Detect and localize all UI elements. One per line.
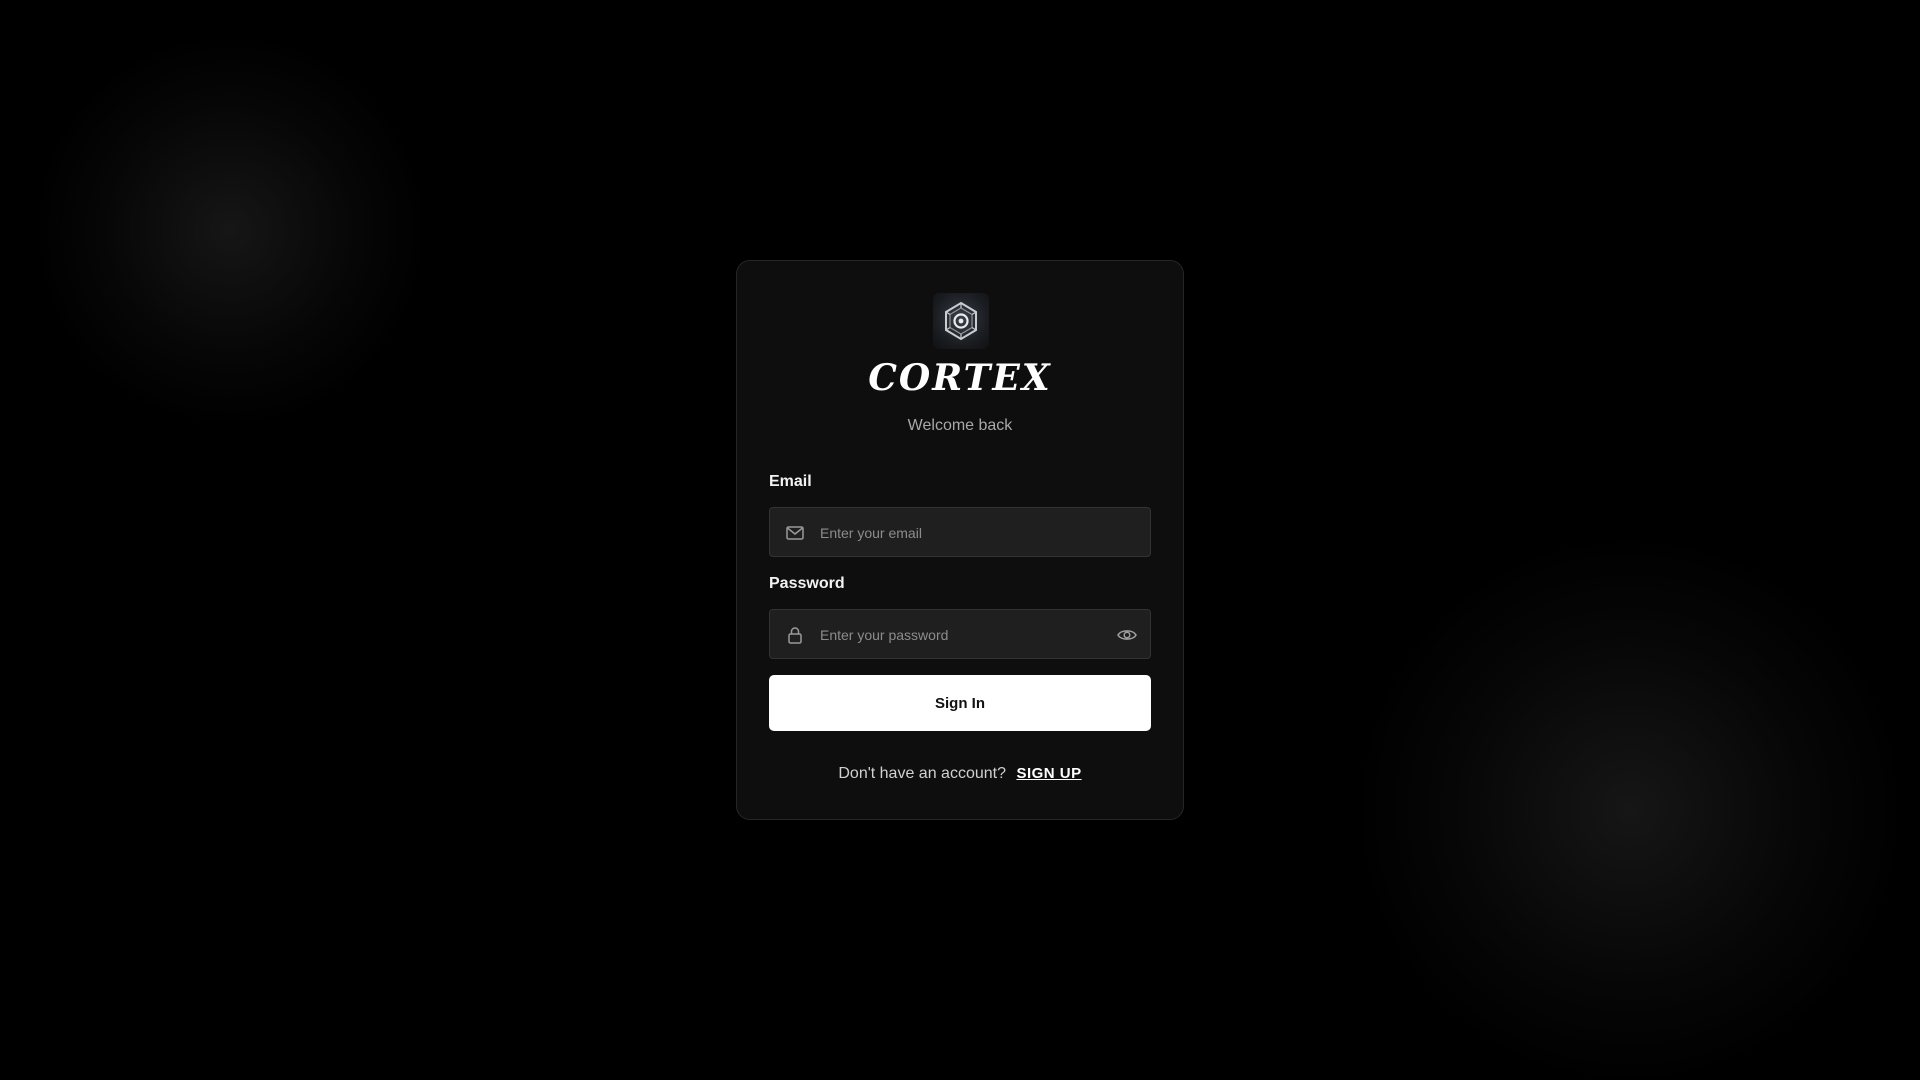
password-input[interactable] (818, 610, 1102, 660)
password-label: Password (769, 575, 845, 592)
email-input[interactable] (818, 508, 1102, 558)
login-card: CORTEX Welcome back Email Password Sign … (736, 260, 1184, 820)
welcome-subtitle: Welcome back (907, 417, 1013, 434)
mail-icon (786, 526, 804, 540)
brand-title: CORTEX (868, 357, 1052, 399)
sign-up-link[interactable]: SIGN UP (1016, 765, 1081, 782)
background-glow-right (1340, 540, 1920, 1080)
signup-prompt: Don't have an account? SIGN UP (737, 765, 1183, 783)
email-field[interactable] (769, 507, 1151, 558)
cortex-logo-icon (933, 293, 989, 349)
sign-in-button[interactable]: Sign In (769, 675, 1151, 731)
eye-icon[interactable] (1116, 624, 1138, 646)
password-field[interactable] (769, 609, 1151, 660)
background-glow-left (30, 30, 430, 430)
email-label: Email (769, 473, 812, 490)
signup-prompt-text: Don't have an account? (838, 765, 1006, 782)
lock-icon (788, 627, 802, 644)
